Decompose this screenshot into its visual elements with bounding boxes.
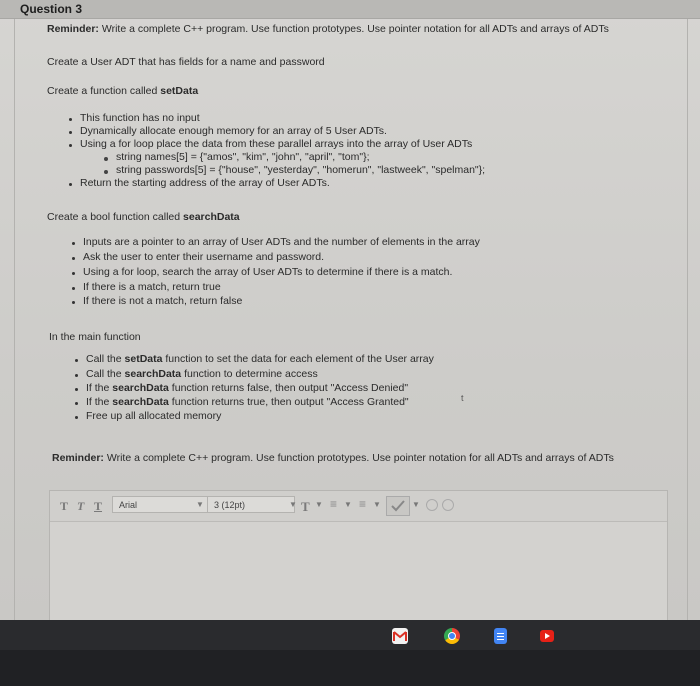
shelf-bar	[0, 620, 700, 650]
main-bullet-2: Call the searchData function to determin…	[86, 368, 318, 381]
bullet	[69, 183, 72, 186]
searchdata-bullet-1: Inputs are a pointer to an array of User…	[83, 236, 480, 248]
searchdata-bullet-5: If there is not a match, return false	[83, 295, 243, 307]
bullet	[69, 118, 72, 121]
numbered-list-icon[interactable]: ≡	[359, 497, 366, 511]
reminder-label: Reminder:	[52, 452, 104, 464]
spellcheck-icon[interactable]	[386, 496, 410, 516]
passwords-array: string passwords[5] = {"house", "yesterd…	[116, 164, 486, 176]
bullet	[75, 402, 78, 405]
searchdata-ref: searchData	[112, 396, 169, 408]
bullet	[75, 416, 78, 419]
docs-icon[interactable]	[494, 628, 507, 644]
link-icon[interactable]	[426, 499, 438, 511]
gmail-icon[interactable]	[392, 628, 408, 644]
question-header: Question 3	[0, 0, 700, 19]
question-title: Question 3	[20, 2, 83, 16]
searchdata-name: searchData	[183, 211, 240, 223]
setdata-bullet-3: Using a for loop place the data from the…	[80, 138, 473, 150]
font-size-value: 3 (12pt)	[214, 500, 246, 510]
youtube-icon[interactable]	[540, 630, 554, 642]
reminder-text: Write a complete C++ program. Use functi…	[101, 23, 609, 35]
question-screen: Question 3 Reminder: Write a complete C+…	[0, 0, 700, 620]
searchdata-ref: searchData	[112, 382, 169, 394]
os-shelf	[0, 620, 700, 686]
chevron-down-icon: ▼	[344, 500, 352, 509]
setdata-heading: Create a function called setData	[47, 85, 198, 98]
gmail-logo	[393, 631, 407, 641]
chevron-down-icon: ▼	[315, 500, 323, 509]
bullet	[72, 257, 75, 260]
text-span: function returns true, then output "Acce…	[168, 396, 409, 408]
reminder-label: Reminder:	[47, 23, 99, 35]
setdata-bullet-4: Return the starting address of the array…	[80, 177, 330, 189]
bold-button[interactable]: T	[60, 499, 68, 514]
names-array: string names[5] = {"amos", "kim", "john"…	[116, 151, 370, 163]
setdata-prefix: Create a function called	[47, 85, 161, 97]
chevron-down-icon: ▼	[373, 500, 381, 509]
unlink-icon[interactable]	[442, 499, 454, 511]
bullet	[72, 301, 75, 304]
searchdata-bullet-4: If there is a match, return true	[83, 281, 221, 293]
bullet	[69, 144, 72, 147]
bullet	[75, 359, 78, 362]
searchdata-heading: Create a bool function called searchData	[47, 211, 240, 224]
chevron-down-icon: ▼	[289, 500, 297, 509]
main-bullet-5: Free up all allocated memory	[86, 410, 222, 422]
main-bullet-1: Call the setData function to set the dat…	[86, 353, 434, 366]
bullet	[72, 287, 75, 290]
searchdata-bullet-2: Ask the user to enter their username and…	[83, 251, 325, 263]
bullet	[69, 131, 72, 134]
main-heading: In the main function	[49, 331, 141, 343]
text-span: Call the	[86, 368, 125, 380]
font-size-select[interactable]: 3 (12pt)	[207, 496, 295, 513]
searchdata-ref: searchData	[124, 368, 182, 380]
main-bullet-3: If the searchData function returns false…	[86, 382, 408, 395]
text-color-button[interactable]: T	[301, 499, 310, 515]
chrome-icon[interactable]	[444, 628, 460, 644]
docs-line	[497, 633, 504, 634]
docs-line	[497, 636, 504, 637]
bullet-list-icon[interactable]: ≡	[330, 497, 337, 511]
sub-bullet	[104, 170, 108, 174]
create-user-text: Create a User ADT that has fields for a …	[47, 56, 325, 68]
font-family-value: Arial	[119, 500, 138, 510]
reminder-text: Write a complete C++ program. Use functi…	[106, 452, 614, 464]
searchdata-prefix: Create a bool function called	[47, 211, 184, 223]
chevron-down-icon: ▼	[196, 500, 204, 509]
italic-button[interactable]: T	[77, 499, 84, 514]
setdata-name: setData	[160, 85, 199, 97]
chrome-center	[448, 632, 456, 640]
text-span: If the	[86, 382, 113, 394]
sub-bullet	[104, 157, 108, 161]
text-span: Call the	[86, 353, 125, 365]
play-icon	[545, 633, 550, 639]
text-span: If the	[86, 396, 113, 408]
main-bullet-4: If the searchData function returns true,…	[86, 396, 409, 409]
underline-button[interactable]: T	[94, 499, 102, 514]
docs-line	[497, 639, 504, 640]
setdata-bullet-1: This function has no input	[80, 112, 200, 124]
chevron-down-icon: ▼	[412, 500, 420, 509]
bullet	[72, 272, 75, 275]
check-icon	[391, 500, 405, 512]
bullet	[72, 242, 75, 245]
reminder-bottom: Reminder: Write a complete C++ program. …	[52, 452, 614, 465]
answer-editor[interactable]: T T T Arial ▼ 3 (12pt) ▼ T ▼ ≡ ▼ ≡ ▼ ▼	[49, 490, 668, 620]
text-span: function to set the data for each elemen…	[162, 353, 434, 365]
bullet	[75, 388, 78, 391]
searchdata-bullet-3: Using a for loop, search the array of Us…	[83, 266, 453, 278]
stray-mark: t	[461, 393, 464, 403]
setdata-bullet-2: Dynamically allocate enough memory for a…	[80, 125, 387, 137]
text-span: function returns false, then output "Acc…	[168, 382, 409, 394]
text-span: function to determine access	[181, 368, 318, 380]
bullet	[75, 374, 78, 377]
editor-toolbar: T T T Arial ▼ 3 (12pt) ▼ T ▼ ≡ ▼ ≡ ▼ ▼	[50, 491, 667, 522]
setdata-ref: setData	[124, 353, 163, 365]
reminder-top: Reminder: Write a complete C++ program. …	[47, 23, 609, 36]
